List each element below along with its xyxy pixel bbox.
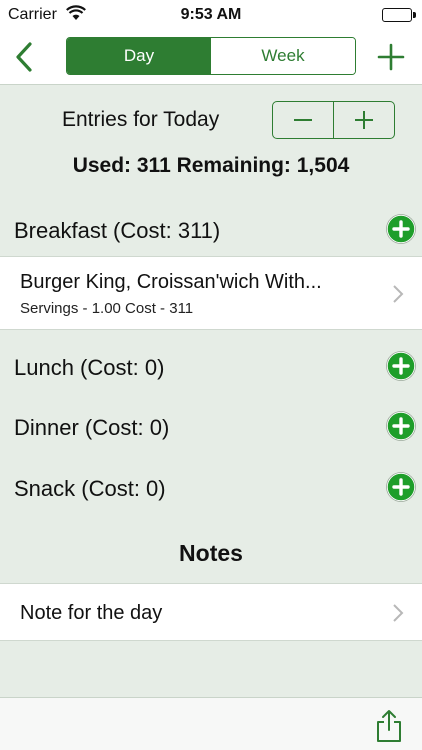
next-day-button[interactable] — [333, 102, 394, 138]
dinner-label: Dinner (Cost: 0) — [14, 415, 170, 440]
add-circle-icon — [386, 472, 416, 502]
previous-day-button[interactable] — [273, 102, 333, 138]
plus-icon — [355, 111, 373, 129]
add-entry-button[interactable] — [376, 42, 406, 72]
add-circle-icon — [386, 351, 416, 381]
lunch-section-header: Lunch (Cost: 0) — [0, 343, 422, 393]
status-time: 9:53 AM — [180, 6, 242, 23]
back-button[interactable] — [10, 39, 40, 75]
segment-day[interactable]: Day — [67, 38, 211, 74]
snack-label: Snack (Cost: 0) — [14, 476, 166, 501]
add-breakfast-button[interactable] — [386, 214, 416, 244]
share-button[interactable] — [376, 709, 402, 743]
status-bar: Carrier 9:53 AM — [0, 0, 422, 30]
add-circle-icon — [386, 411, 416, 441]
breakfast-label: Breakfast (Cost: 311) — [14, 218, 221, 243]
add-circle-icon — [386, 214, 416, 244]
food-entry-name: Burger King, Croissan'wich With... — [20, 271, 322, 293]
add-snack-button[interactable] — [386, 472, 416, 502]
minus-icon — [294, 119, 312, 121]
plus-icon — [377, 43, 405, 71]
snack-section-header: Snack (Cost: 0) — [0, 464, 422, 514]
share-icon — [377, 710, 401, 742]
day-week-segmented-control: Day Week — [66, 37, 356, 75]
note-label: Note for the day — [20, 602, 163, 624]
used-remaining-summary: Used: 311 Remaining: 1,504 — [72, 154, 350, 177]
battery-icon — [382, 8, 416, 22]
chevron-right-icon — [392, 284, 404, 309]
notes-title: Notes — [179, 540, 243, 566]
add-lunch-button[interactable] — [386, 351, 416, 381]
chevron-left-icon — [16, 42, 32, 72]
date-stepper — [272, 101, 395, 139]
segment-week[interactable]: Week — [211, 38, 355, 74]
chevron-right-icon — [392, 603, 404, 628]
food-entry-row[interactable]: Burger King, Croissan'wich With... Servi… — [0, 256, 422, 330]
lunch-label: Lunch (Cost: 0) — [14, 355, 165, 380]
breakfast-section-header: Breakfast (Cost: 311) — [0, 206, 422, 256]
note-for-the-day-row[interactable]: Note for the day — [0, 583, 422, 641]
add-dinner-button[interactable] — [386, 411, 416, 441]
dinner-section-header: Dinner (Cost: 0) — [0, 403, 422, 453]
food-entry-detail: Servings - 1.00 Cost - 311 — [20, 300, 194, 317]
navigation-bar: Day Week — [0, 30, 422, 85]
bottom-toolbar — [0, 697, 422, 750]
entries-title: Entries for Today — [62, 108, 220, 131]
